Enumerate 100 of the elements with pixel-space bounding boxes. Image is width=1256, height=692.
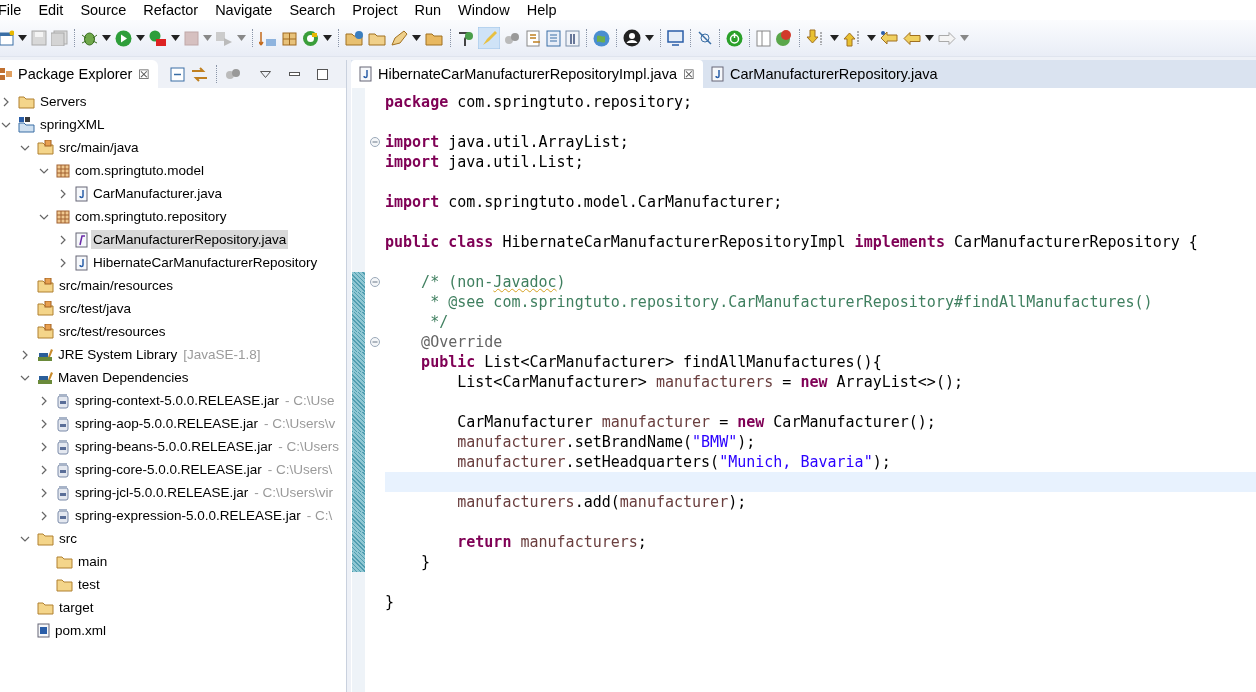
sort-icon[interactable]	[259, 29, 277, 47]
dropdown-caret-icon[interactable]	[18, 35, 27, 41]
tree-item[interactable]: com.springtuto.model	[73, 161, 207, 180]
tree-item-path: - C:\	[306, 508, 333, 523]
project-icon	[18, 116, 35, 133]
tree-item[interactable]: pom.xml	[53, 621, 108, 640]
tree-item[interactable]: CarManufacturer.java	[91, 184, 225, 203]
tree-item[interactable]: spring-aop-5.0.0.RELEASE.jar	[73, 414, 261, 433]
menu-item[interactable]: Run	[414, 2, 450, 18]
books-icon	[37, 347, 53, 362]
maven-file-icon	[37, 623, 50, 638]
new-window-icon[interactable]	[0, 30, 14, 46]
globe-icon[interactable]	[593, 29, 610, 47]
tree-item[interactable]: Servers	[38, 92, 89, 111]
menu-item[interactable]: Project	[352, 2, 406, 18]
dropdown-caret-icon[interactable]	[867, 35, 876, 41]
menu-item[interactable]: Navigate	[215, 2, 281, 18]
tree-item[interactable]: main	[76, 552, 110, 571]
tree-item-path: - C:\Users\vir	[254, 485, 334, 500]
java-file-icon	[75, 254, 88, 271]
power-icon[interactable]	[726, 29, 743, 47]
close-button[interactable]: ☒	[683, 66, 695, 82]
code-line: import java.util.ArrayList;	[385, 133, 629, 151]
java-file-icon	[711, 66, 724, 82]
dropdown-caret-icon[interactable]	[830, 35, 839, 41]
tree-item[interactable]: spring-jcl-5.0.0.RELEASE.jar	[73, 483, 251, 502]
jar-icon	[56, 484, 70, 501]
dropdown-caret-icon[interactable]	[171, 35, 180, 41]
package-icon	[56, 163, 70, 178]
menu-item[interactable]: Source	[80, 2, 135, 18]
pin-icon[interactable]	[457, 29, 474, 47]
folder-icon	[37, 600, 54, 615]
tree-item[interactable]: HibernateCarManufacturerRepository	[91, 253, 320, 272]
folder-icon	[37, 531, 54, 546]
maximize-icon[interactable]	[316, 68, 328, 80]
tree-item[interactable]: spring-context-5.0.0.RELEASE.jar	[73, 391, 282, 410]
tree-item-path: - C:\Users\	[267, 462, 333, 477]
menu-item[interactable]: Refactor	[143, 2, 207, 18]
code-line: manufacturer.setBrandName("BMW");	[456, 433, 756, 451]
user-icon[interactable]	[623, 29, 641, 47]
dots-icon[interactable]	[504, 31, 521, 45]
slashed-link-icon[interactable]	[697, 30, 713, 46]
minimize-icon[interactable]	[288, 72, 300, 76]
tree-item[interactable]: springXML	[38, 115, 107, 134]
link-editor-icon[interactable]	[191, 66, 209, 82]
editor-tab[interactable]: CarManufacturerRepository.java	[703, 60, 946, 88]
tree-item[interactable]: Maven Dependencies	[56, 368, 191, 387]
tree-item-path: - C:\Users	[278, 439, 340, 454]
menu-item[interactable]: Search	[289, 2, 344, 18]
open-folder-icon[interactable]	[345, 30, 364, 46]
tree-item-path: [JavaSE-1.8]	[183, 347, 261, 362]
code-line: return manufacturers;	[456, 533, 647, 551]
pen-icon[interactable]	[390, 29, 408, 47]
view-menu-icon[interactable]	[260, 70, 272, 78]
tree-item[interactable]: spring-core-5.0.0.RELEASE.jar	[73, 460, 264, 479]
collapse-all-icon[interactable]	[170, 66, 186, 82]
interface-file-icon	[75, 231, 88, 248]
monitor-icon[interactable]	[667, 30, 684, 46]
dropdown-caret-icon[interactable]	[102, 35, 111, 41]
dropdown-caret-icon[interactable]	[412, 35, 421, 41]
tree-item[interactable]: src/main/resources	[57, 276, 176, 295]
editor-tab[interactable]: HibernateCarManufacturerRepositoryImpl.java ☒	[351, 60, 703, 88]
dropdown-caret-icon[interactable]	[645, 35, 654, 41]
menu-item[interactable]: Help	[526, 2, 565, 18]
last-edit-icon[interactable]	[880, 31, 899, 45]
tree-item[interactable]: src/test/resources	[57, 322, 168, 341]
code-line: @Override	[420, 333, 503, 351]
code-line: public class HibernateCarManufacturerRepositoryImpl implements CarManufacturerRepository {	[385, 233, 1198, 251]
source-folder-icon	[37, 140, 54, 155]
tree-item[interactable]: src/main/java	[57, 138, 141, 157]
dropdown-caret-icon[interactable]	[925, 35, 934, 41]
code-line: manufacturer.setHeadquarters("Munich, Bavaria");	[456, 453, 891, 471]
tree-item[interactable]: src	[57, 529, 79, 548]
tree-item[interactable]: JRE System Library	[56, 345, 180, 364]
menu-item[interactable]: Edit	[38, 2, 72, 18]
tree-item[interactable]: com.springtuto.repository	[73, 207, 229, 226]
tree-item[interactable]: target	[57, 598, 96, 617]
code-line: */	[429, 313, 449, 331]
close-button[interactable]: ☒	[138, 66, 151, 82]
tree-item[interactable]: CarManufacturerRepository.java	[91, 230, 289, 249]
menu-item[interactable]: File	[0, 2, 30, 18]
folder-icon	[56, 577, 73, 592]
run-server-icon[interactable]	[149, 29, 167, 47]
bug-icon[interactable]	[81, 30, 98, 46]
back-icon[interactable]	[903, 31, 921, 45]
code-line: manufacturers.add(manufacturer);	[456, 493, 747, 511]
view-tab[interactable]: Package Explorer ☒	[0, 60, 159, 88]
tree-item[interactable]: spring-beans-5.0.0.RELEASE.jar	[73, 437, 275, 456]
view-title: Package Explorer	[18, 66, 133, 82]
tree-item[interactable]: src/test/java	[57, 299, 134, 318]
package-icon[interactable]	[281, 29, 298, 47]
menu-item[interactable]: Window	[458, 2, 518, 18]
tree-item[interactable]: test	[76, 575, 102, 594]
folder-icon	[18, 94, 35, 109]
tree-item-path: - C:\Users\v	[264, 416, 336, 431]
tree-item[interactable]: spring-expression-5.0.0.RELEASE.jar	[73, 506, 303, 525]
dropdown-caret-icon[interactable]	[136, 35, 145, 41]
tab-label: HibernateCarManufacturerRepositoryImpl.java	[378, 66, 677, 82]
package-explorer-icon	[0, 68, 12, 80]
dropdown-caret-icon[interactable]	[323, 35, 332, 41]
